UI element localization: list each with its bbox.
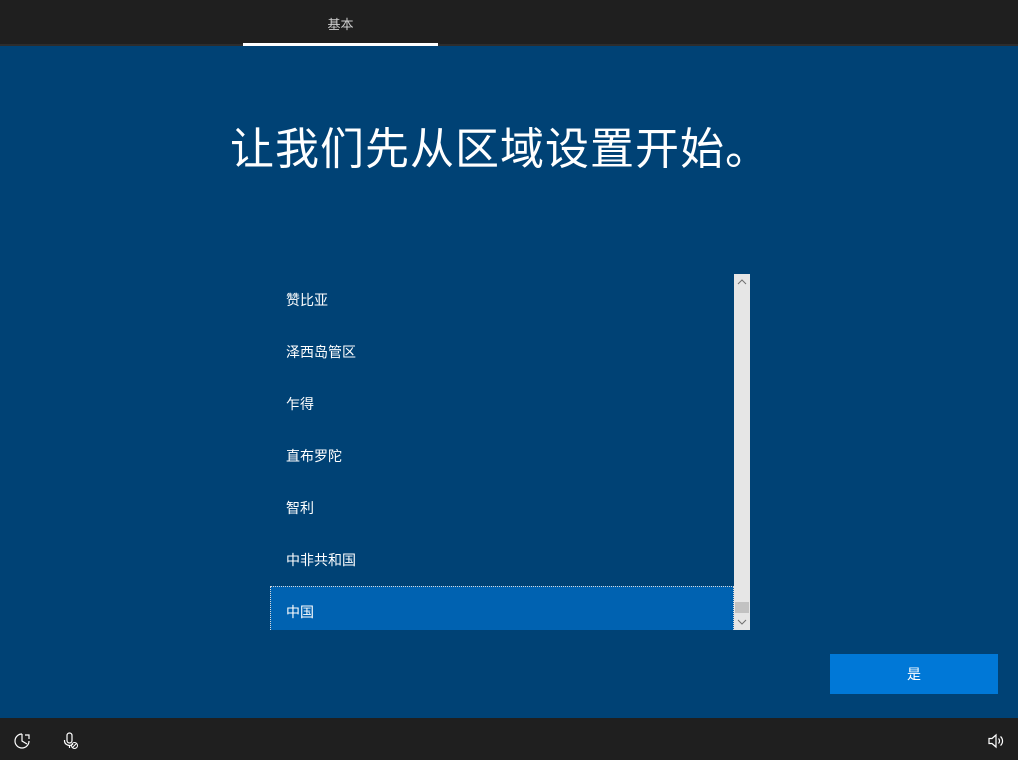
yes-button[interactable]: 是 xyxy=(830,654,998,694)
list-item[interactable]: 中非共和国 xyxy=(270,534,734,586)
top-bar-divider xyxy=(0,44,1018,46)
list-item[interactable]: 乍得 xyxy=(270,378,734,430)
list-item-label: 智利 xyxy=(286,501,314,517)
list-item-label: 直布罗陀 xyxy=(286,449,342,465)
list-item[interactable]: 智利 xyxy=(270,482,734,534)
list-item-selected[interactable]: 中国 xyxy=(270,586,734,630)
scroll-thumb[interactable] xyxy=(735,602,749,613)
microphone-icon[interactable] xyxy=(61,732,79,750)
list-item-label: 中非共和国 xyxy=(286,553,356,569)
page-title: 让我们先从区域设置开始。 xyxy=(230,124,770,175)
region-list[interactable]: 赞比亚泽西岛管区乍得直布罗陀智利中非共和国中国 xyxy=(270,274,734,630)
ease-of-access-icon[interactable] xyxy=(13,732,31,750)
list-item-label: 乍得 xyxy=(286,397,314,413)
list-item[interactable]: 泽西岛管区 xyxy=(270,326,734,378)
scroll-down-icon[interactable] xyxy=(734,614,750,630)
bottom-bar xyxy=(0,718,1018,760)
volume-icon[interactable] xyxy=(987,732,1005,750)
scroll-up-icon[interactable] xyxy=(734,274,750,290)
list-item[interactable]: 直布罗陀 xyxy=(270,430,734,482)
region-list-scrollbar[interactable] xyxy=(734,274,750,630)
top-bar xyxy=(0,0,1018,46)
list-item[interactable]: 赞比亚 xyxy=(270,274,734,326)
tab-active-indicator xyxy=(243,43,438,46)
list-item-label: 中国 xyxy=(286,605,314,621)
list-item-label: 泽西岛管区 xyxy=(286,345,356,361)
tab-basic[interactable]: 基本 xyxy=(243,0,438,46)
list-item-label: 赞比亚 xyxy=(286,293,328,309)
